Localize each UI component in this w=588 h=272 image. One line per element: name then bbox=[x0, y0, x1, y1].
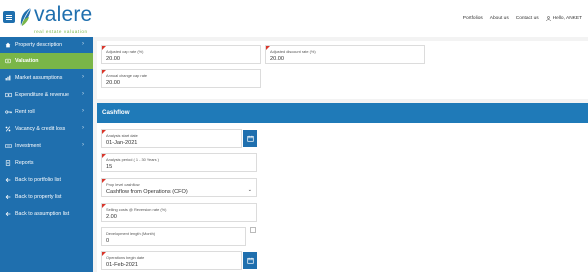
chevron-right-icon: › bbox=[82, 125, 84, 131]
sidebar-item-label: Market assumptions bbox=[15, 75, 63, 81]
user-greeting: Hello, ANKET bbox=[552, 16, 582, 21]
cashflow-section-header: Cashflow bbox=[97, 103, 588, 123]
percent-icon bbox=[3, 126, 13, 132]
menu-toggle-icon[interactable] bbox=[3, 11, 15, 23]
chevron-right-icon: › bbox=[82, 91, 84, 97]
arrow-left-icon bbox=[3, 211, 13, 217]
sidebar-item-back-assumption[interactable]: Back to assumption list bbox=[0, 206, 93, 222]
chevron-down-icon: ⌄ bbox=[247, 187, 252, 193]
field-label: Selling costs @ Reversion rate (%) bbox=[106, 207, 167, 212]
operations-begin-date-field[interactable]: Operations begin date 01-Feb-2021 bbox=[101, 251, 242, 270]
analysis-period-field[interactable]: Analysis period ( 1 - 30 Years ) 15 bbox=[101, 153, 257, 172]
field-value: 20.00 bbox=[106, 80, 120, 86]
calendar-icon bbox=[246, 135, 254, 142]
calendar-button[interactable] bbox=[243, 130, 257, 147]
field-value: 20.00 bbox=[270, 56, 284, 62]
nav-about-link[interactable]: About us bbox=[490, 16, 509, 21]
calendar-button[interactable] bbox=[243, 252, 257, 269]
user-icon bbox=[545, 16, 551, 21]
nav-portfolios-link[interactable]: Portfolios bbox=[463, 16, 483, 21]
user-menu[interactable]: Hello, ANKET bbox=[545, 16, 582, 21]
sidebar-item-label: Vacancy & credit loss bbox=[15, 126, 66, 132]
sidebar-item-label: Expenditure & revenue bbox=[15, 92, 69, 98]
cashflow-card: Analysis start date 01-Jan-2021 Analysis… bbox=[97, 123, 588, 272]
arrow-left-icon bbox=[3, 177, 13, 183]
sidebar-item-label: Property description bbox=[15, 42, 63, 48]
home-icon bbox=[3, 42, 13, 48]
field-label: Prop level cashflow bbox=[106, 182, 140, 187]
sidebar-item-label: Back to property list bbox=[15, 194, 62, 200]
field-label: Annual change cap rate bbox=[106, 73, 148, 78]
sidebar-item-rent-roll[interactable]: Rent roll › bbox=[0, 104, 93, 120]
money-icon bbox=[3, 92, 13, 98]
annual-change-cap-rate-field[interactable]: Annual change cap rate 20.00 bbox=[101, 69, 261, 88]
main-content: Adjusted cap rate (%) 20.00 Adjusted dis… bbox=[93, 37, 588, 272]
field-value: 01-Feb-2021 bbox=[106, 262, 139, 268]
valuation-rates-card: Adjusted cap rate (%) 20.00 Adjusted dis… bbox=[97, 41, 588, 99]
nav-contact-link[interactable]: Contact us bbox=[516, 16, 539, 21]
analysis-start-date-field[interactable]: Analysis start date 01-Jan-2021 bbox=[101, 129, 242, 148]
chevron-right-icon: › bbox=[82, 142, 84, 148]
key-icon bbox=[3, 109, 13, 115]
sidebar-item-label: Rent roll bbox=[15, 109, 35, 115]
sidebar-item-vacancy-credit-loss[interactable]: Vacancy & credit loss › bbox=[0, 121, 93, 137]
chart-icon bbox=[3, 75, 13, 81]
sidebar-item-label: Back to portfolio list bbox=[15, 177, 61, 183]
field-label: Analysis period ( 1 - 30 Years ) bbox=[106, 157, 159, 162]
report-icon bbox=[3, 160, 13, 166]
chevron-right-icon: › bbox=[82, 74, 84, 80]
leaf-logo-icon bbox=[20, 7, 32, 27]
sidebar-item-label: Reports bbox=[15, 160, 34, 166]
field-value: 01-Jan-2021 bbox=[106, 140, 138, 146]
chevron-right-icon: › bbox=[82, 108, 84, 114]
logo-wordmark: valere bbox=[34, 3, 93, 26]
investment-icon bbox=[3, 143, 13, 149]
logo-tagline: real estate valuation bbox=[34, 29, 88, 34]
valere-logo[interactable]: valere real estate valuation bbox=[18, 3, 93, 35]
sidebar-item-expenditure-revenue[interactable]: Expenditure & revenue › bbox=[0, 87, 93, 103]
development-length-field[interactable]: Development length (Month) 0 bbox=[101, 227, 246, 246]
prop-level-cashflow-select[interactable]: Prop level cashflow Cashflow from Operat… bbox=[101, 178, 257, 197]
sidebar: Property description › Valuation Market … bbox=[0, 37, 93, 272]
field-label: Operations begin date bbox=[106, 255, 145, 260]
sidebar-item-back-property[interactable]: Back to property list bbox=[0, 189, 93, 205]
field-value: 2.00 bbox=[106, 214, 117, 220]
sidebar-item-market-assumptions[interactable]: Market assumptions › bbox=[0, 70, 93, 86]
app-header: valere real estate valuation Portfolios … bbox=[0, 0, 588, 37]
sidebar-item-reports[interactable]: Reports bbox=[0, 155, 93, 171]
field-label: Development length (Month) bbox=[106, 231, 156, 236]
sidebar-item-back-portfolio[interactable]: Back to portfolio list bbox=[0, 172, 93, 188]
sidebar-item-investment[interactable]: Investment › bbox=[0, 138, 93, 154]
field-label: Analysis start date bbox=[106, 133, 138, 138]
sidebar-item-label: Back to assumption list bbox=[15, 211, 70, 217]
sidebar-item-property-description[interactable]: Property description › bbox=[0, 37, 93, 53]
calendar-icon bbox=[246, 257, 254, 264]
field-value: 15 bbox=[106, 164, 113, 170]
selling-costs-field[interactable]: Selling costs @ Reversion rate (%) 2.00 bbox=[101, 203, 257, 222]
chevron-right-icon: › bbox=[82, 41, 84, 47]
sidebar-item-valuation[interactable]: Valuation bbox=[0, 53, 93, 69]
adjusted-discount-rate-field[interactable]: Adjusted discount rate (%) 20.00 bbox=[265, 45, 425, 64]
calculator-icon bbox=[3, 58, 13, 64]
field-label: Adjusted discount rate (%) bbox=[270, 49, 316, 54]
top-nav: Portfolios About us Contact us Hello, AN… bbox=[463, 16, 582, 21]
adjusted-cap-rate-field[interactable]: Adjusted cap rate (%) 20.00 bbox=[101, 45, 261, 64]
field-value: 20.00 bbox=[106, 56, 120, 62]
arrow-left-icon bbox=[3, 194, 13, 200]
field-value: Cashflow from Operations (CFO) bbox=[106, 189, 188, 195]
field-label: Adjusted cap rate (%) bbox=[106, 49, 144, 54]
field-value: 0 bbox=[106, 238, 110, 244]
sidebar-item-label: Valuation bbox=[15, 58, 39, 64]
development-length-checkbox[interactable] bbox=[250, 227, 256, 233]
sidebar-item-label: Investment bbox=[15, 143, 41, 149]
